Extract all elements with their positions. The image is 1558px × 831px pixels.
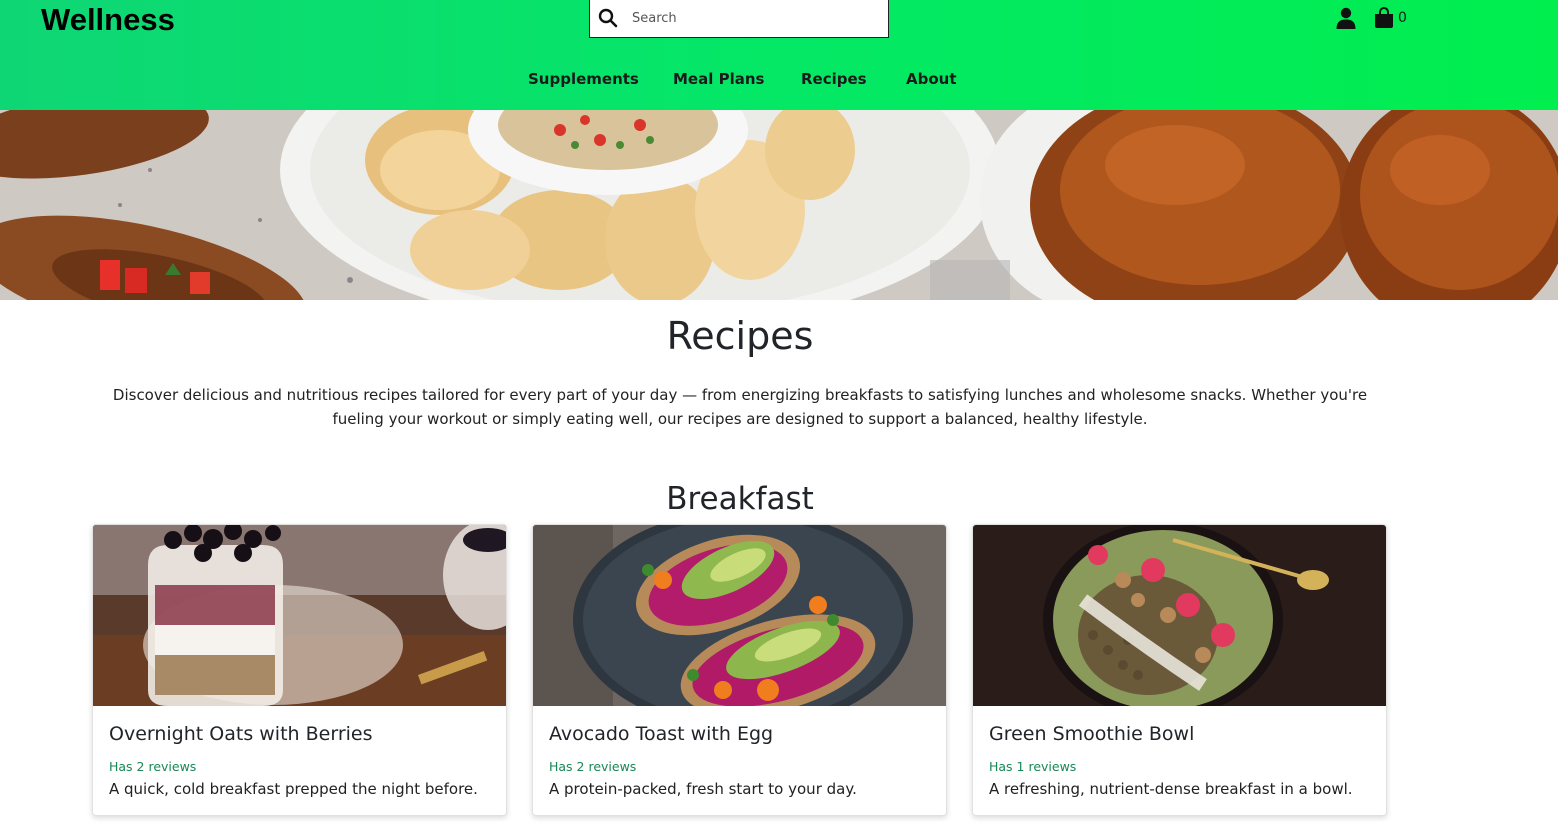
nav-item-recipes[interactable]: Recipes	[801, 68, 867, 90]
hero-banner-image	[0, 110, 1558, 300]
review-count: Has 1 reviews	[989, 759, 1077, 774]
card-title[interactable]: Green Smoothie Bowl	[989, 721, 1194, 747]
page-intro-text: Discover delicious and nutritious recipe…	[112, 386, 1368, 428]
recipe-image-avocado-toast[interactable]	[533, 525, 947, 706]
card-title[interactable]: Overnight Oats with Berries	[109, 721, 373, 747]
card-description: A protein-packed, fresh start to your da…	[549, 780, 857, 798]
review-count: Has 2 reviews	[109, 759, 197, 774]
shopping-bag-icon[interactable]	[1374, 7, 1394, 28]
nav-item-about[interactable]: About	[906, 68, 957, 90]
recipe-card[interactable]: Overnight Oats with Berries Has 2 review…	[92, 524, 507, 816]
search-icon[interactable]	[598, 8, 618, 28]
cart-count-badge[interactable]: 0	[1398, 9, 1407, 27]
recipe-card[interactable]: Avocado Toast with Egg Has 2 reviews A p…	[532, 524, 947, 816]
card-title[interactable]: Avocado Toast with Egg	[549, 721, 773, 747]
page-title: Recipes	[666, 314, 814, 358]
main-nav: Supplements Meal Plans Recipes About	[0, 68, 1558, 90]
card-description: A refreshing, nutrient-dense breakfast i…	[989, 780, 1353, 798]
nav-item-supplements[interactable]: Supplements	[528, 68, 639, 90]
nav-item-meal-plans[interactable]: Meal Plans	[673, 68, 764, 90]
site-header: Wellness 0 Supplements Meal Plans Recipe…	[0, 0, 1558, 110]
card-description: A quick, cold breakfast prepped the nigh…	[109, 780, 478, 798]
recipe-image-smoothie-bowl[interactable]	[973, 525, 1387, 706]
recipe-image-overnight-oats[interactable]	[93, 525, 507, 706]
brand-logo[interactable]: Wellness	[41, 1, 175, 39]
search-input[interactable]	[630, 5, 880, 31]
search-bar[interactable]	[589, 0, 889, 38]
user-icon[interactable]	[1336, 7, 1356, 29]
section-title-breakfast: Breakfast	[666, 481, 814, 517]
recipe-card[interactable]: Green Smoothie Bowl Has 1 reviews A refr…	[972, 524, 1387, 816]
review-count: Has 2 reviews	[549, 759, 637, 774]
